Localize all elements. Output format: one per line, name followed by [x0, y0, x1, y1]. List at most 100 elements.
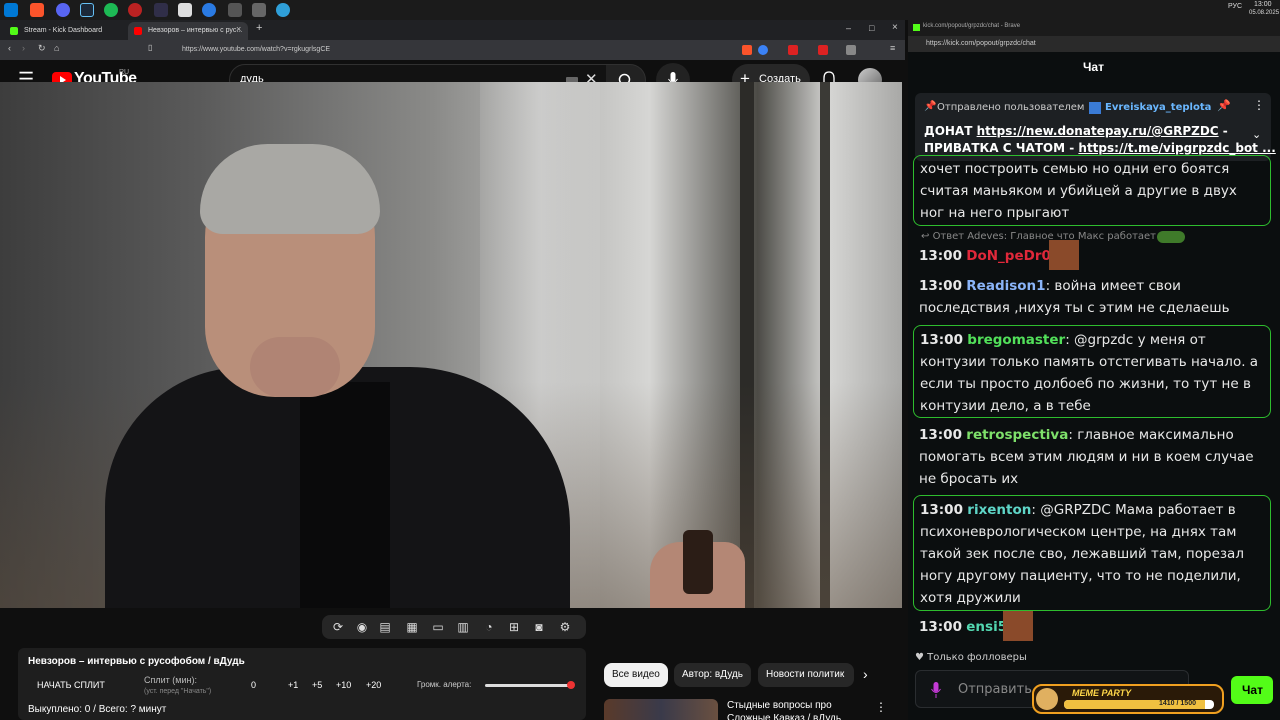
related-title[interactable]: Стыдные вопросы про [727, 700, 832, 711]
broadcast-icon[interactable]: ◉ [355, 620, 369, 634]
panel-title: Невзоров – интервью с русофобом / вДудь [28, 656, 245, 667]
steam-icon[interactable] [80, 3, 94, 17]
close-window-button[interactable]: × [892, 22, 898, 33]
new-tab-button[interactable]: + [256, 22, 262, 34]
bought-status: Выкуплено: 0 / Всего: ? минут [28, 704, 167, 715]
settings-icon[interactable]: ⚙ [558, 620, 572, 634]
brave-icon[interactable] [30, 3, 44, 17]
add-5-button[interactable]: +5 [312, 680, 322, 690]
discord-icon[interactable] [56, 3, 70, 17]
screenshot-icon[interactable]: ◙ [532, 620, 546, 634]
doge-icon [1036, 688, 1058, 710]
add-20-button[interactable]: +20 [366, 680, 381, 690]
app-icon[interactable] [228, 3, 242, 17]
tab-close-icon[interactable]: × [236, 24, 241, 34]
chat-message[interactable]: 13:00 DoN_peDr0: [913, 245, 1271, 269]
extension-icon[interactable] [846, 45, 856, 55]
bottle [683, 530, 713, 594]
related-thumbnail[interactable] [604, 699, 718, 720]
film-icon[interactable]: ▥ [456, 620, 470, 634]
chat-message[interactable]: 13:00 Readison1: война имеет свои послед… [913, 275, 1271, 321]
message-time: 13:00 [919, 248, 962, 264]
language-indicator[interactable]: РУС [1228, 3, 1242, 10]
kick-icon [913, 24, 920, 31]
split-hint: (уст. перед "Начать") [144, 688, 212, 695]
emote-image [1003, 611, 1033, 641]
unpin-icon[interactable]: 📌 [1217, 99, 1231, 112]
person-hair [200, 144, 380, 234]
pinned-user[interactable]: Evreiskaya_teplota [1105, 102, 1211, 113]
app-icon[interactable] [202, 3, 216, 17]
tab-kick-dashboard[interactable]: Stream - Kick Dashboard [4, 22, 126, 40]
video-player[interactable] [0, 82, 902, 608]
message-time: 13:00 [920, 502, 963, 518]
chip-author[interactable]: Автор: вДудь [674, 663, 751, 687]
tab-label: Stream - Kick Dashboard [24, 27, 103, 34]
add-1-button[interactable]: +1 [288, 680, 298, 690]
forward-icon[interactable]: › [22, 43, 25, 53]
start-split-button[interactable]: НАЧАТЬ СПЛИТ [37, 680, 105, 690]
reload-icon[interactable]: ↻ [38, 43, 46, 54]
split-value[interactable]: 0 [251, 680, 256, 690]
chat-urlbar: https://kick.com/popout/grpzdc/chat [908, 36, 1280, 52]
chevron-right-icon[interactable]: › [863, 666, 868, 682]
chat-message[interactable]: хочет построить семью но одни его боятся… [913, 155, 1271, 226]
message-username[interactable]: ensi5 [966, 619, 1007, 635]
pinned-message[interactable]: 📌 Отправлено пользователем Evreiskaya_te… [915, 93, 1276, 161]
chat-message[interactable]: 13:00 bregomaster: @grpzdc у меня от кон… [913, 325, 1271, 418]
message-username[interactable]: rixenton [967, 502, 1031, 518]
obs-icon[interactable] [154, 3, 168, 17]
extension-icon[interactable] [758, 45, 768, 55]
chat-url[interactable]: https://kick.com/popout/grpzdc/chat [926, 40, 1036, 47]
playlist-icon[interactable]: ▤ [378, 620, 392, 634]
minimize-button[interactable]: – [846, 23, 851, 33]
menu-icon[interactable]: ≡ [890, 43, 895, 53]
clapper-icon[interactable]: ▦ [405, 620, 419, 634]
windows-start-icon[interactable] [4, 3, 18, 17]
app-icon[interactable] [128, 3, 142, 17]
speed-icon[interactable]: ◔ [482, 620, 496, 634]
url-field[interactable]: https://www.youtube.com/watch?v=rgkugrls… [170, 43, 690, 57]
pinned-more-icon[interactable]: ⋮ [1253, 98, 1265, 112]
maximize-button[interactable]: □ [869, 23, 874, 33]
volume-slider-thumb[interactable] [567, 681, 575, 689]
chip-news[interactable]: Новости политик [758, 663, 854, 687]
chat-send-button[interactable]: Чат [1231, 676, 1273, 704]
back-icon[interactable]: ‹ [8, 43, 11, 53]
volume-slider[interactable] [485, 684, 571, 687]
tab-youtube[interactable]: Невзоров – интервью с рус... [128, 22, 248, 40]
screen-icon[interactable]: ▭ [431, 620, 445, 634]
spotify-icon[interactable] [104, 3, 118, 17]
chat-message[interactable]: 13:00 rixenton: @GRPZDC Мама работает в … [913, 495, 1271, 611]
add-frame-icon[interactable]: ⊞ [507, 620, 521, 634]
telegram-link[interactable]: https://t.me/vipgrpzdc_bot ... [1078, 141, 1275, 155]
brave-shields-icon[interactable] [742, 45, 752, 55]
chip-all-videos[interactable]: Все видео [604, 663, 668, 687]
extension-icon[interactable] [788, 45, 798, 55]
donate-link[interactable]: https://new.donatepay.ru/@GRPZDC [977, 124, 1219, 138]
chat-send-label: Чат [1242, 683, 1263, 697]
microphone-icon [931, 682, 941, 698]
loop-icon[interactable]: ⟳ [331, 620, 345, 634]
related-title-2[interactable]: Сложные Кавказ / вДудь [727, 713, 841, 720]
chat-message[interactable]: 13:00 ensi5: [913, 616, 1271, 640]
message-username[interactable]: retrospectiva [966, 427, 1068, 443]
bookmark-icon[interactable]: ▯ [148, 43, 152, 52]
telegram-icon[interactable] [276, 3, 290, 17]
chat-message[interactable]: 13:00 retrospectiva: главное максимально… [913, 424, 1271, 492]
person-shirt [300, 382, 390, 608]
app-icon[interactable] [252, 3, 266, 17]
user-badge-icon [1089, 102, 1101, 114]
chevron-down-icon[interactable]: ⌄ [1252, 128, 1261, 141]
reply-context[interactable]: ↩ Ответ Adeves: Главное что Макс работае… [921, 231, 1156, 242]
message-username[interactable]: Readison1 [966, 278, 1045, 294]
add-10-button[interactable]: +10 [336, 680, 351, 690]
extension-icon[interactable] [818, 45, 828, 55]
message-username[interactable]: bregomaster [967, 332, 1065, 348]
pinned-prefix: Отправлено пользователем [937, 102, 1085, 113]
followers-only-notice: ♥ Только фолловеры [915, 652, 1027, 663]
home-icon[interactable]: ⌂ [54, 43, 59, 53]
app-icon[interactable] [178, 3, 192, 17]
message-username[interactable]: DoN_peDr0 [966, 248, 1051, 264]
more-options-icon[interactable]: ⋮ [875, 700, 887, 714]
